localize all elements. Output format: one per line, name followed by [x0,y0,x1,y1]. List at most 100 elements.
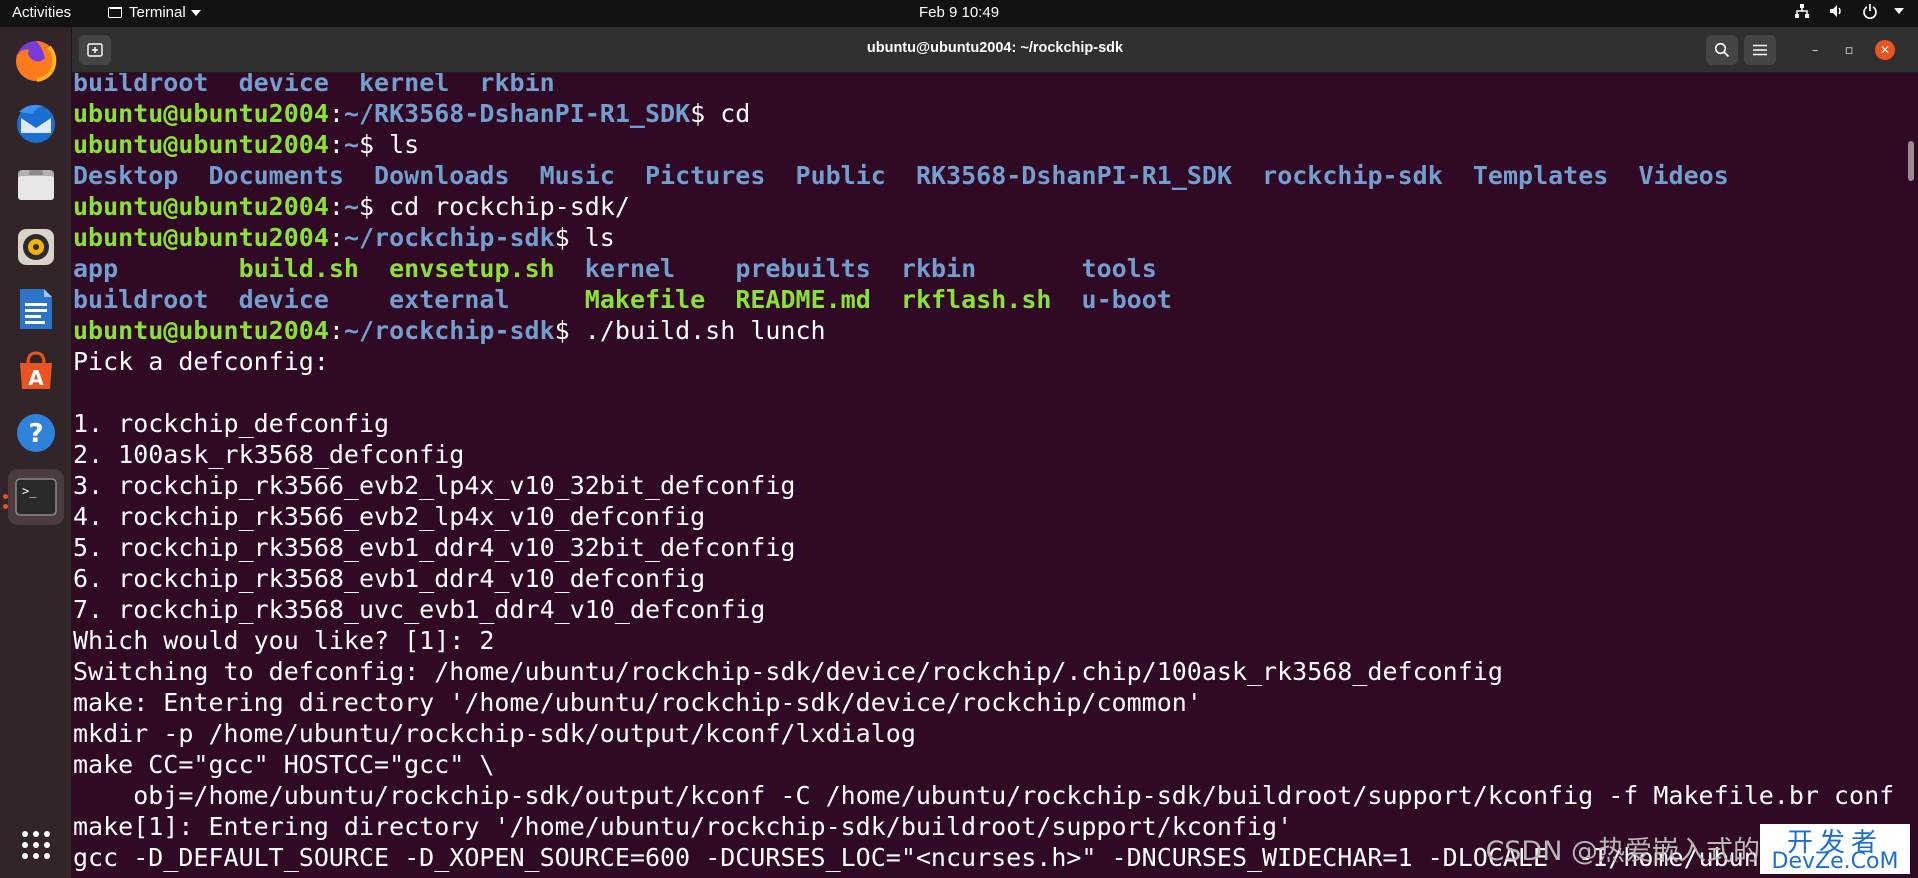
prompt-user-host: ubuntu@ubuntu2004 [73,316,329,345]
prompt-path: ~ [343,130,359,159]
scrollbar-thumb[interactable] [1908,141,1914,181]
terminal-line: 7. rockchip_rk3568_uvc_evb1_ddr4_v10_def… [73,594,1894,625]
svg-text:A: A [28,366,44,390]
thunderbird-icon [17,104,55,143]
rhythmbox-icon [18,229,54,265]
terminal-line: ubuntu@ubuntu2004:~$ cd rockchip-sdk/ [73,191,1894,222]
menu-button[interactable] [1744,35,1776,65]
show-applications-button[interactable] [8,817,64,873]
search-icon [1714,42,1730,58]
file-entry: u-boot [1081,285,1172,314]
file-entry: Desktop [73,161,179,190]
watermark: CSDN @热爱嵌入式的 开发者 DevZe.CoM [1485,824,1910,874]
terminal-headerbar: ubuntu@ubuntu2004: ~/rockchip-sdk – ▫ ✕ [72,27,1918,73]
prompt-user-host: ubuntu@ubuntu2004 [73,99,329,128]
terminal-text: make[1]: Entering directory '/home/ubunt… [73,812,1293,841]
terminal-icon: >_ [15,478,57,516]
prompt-path: ~ [343,192,359,221]
hamburger-menu-icon [1753,44,1767,56]
search-button[interactable] [1706,35,1738,65]
terminal-text: make: Entering directory '/home/ubuntu/r… [73,688,1202,717]
file-entry: RK3568-DshanPI-R1_SDK [915,161,1233,190]
terminal-line: make: Entering directory '/home/ubuntu/r… [73,687,1894,718]
clock[interactable]: Feb 9 10:49 [0,4,1918,21]
file-entry: tools [1081,254,1157,283]
software-store-icon: A [20,351,52,390]
file-entry: prebuilts [735,254,871,283]
terminal-line: obj=/home/ubuntu/rockchip-sdk/output/kco… [73,780,1894,811]
dock-item-writer[interactable] [8,281,64,337]
terminal-text: 6. rockchip_rk3568_evb1_ddr4_v10_defconf… [73,564,706,593]
file-entry: Downloads [374,161,510,190]
terminal-text: : [328,192,344,221]
running-indicator [3,504,8,509]
system-tray[interactable] [1794,3,1904,19]
file-entry: external [389,285,510,314]
terminal-output[interactable]: buildroot device kernel rkbin ubuntu@ubun… [72,73,1918,878]
maximize-button[interactable]: ▫ [1839,40,1859,60]
file-entry: Music [539,161,615,190]
terminal-line: make CC="gcc" HOSTCC="gcc" \ [73,749,1894,780]
prompt-path: ~/RK3568-DshanPI-R1_SDK [343,99,691,128]
chevron-down-icon [1894,8,1904,14]
dock-item-thunderbird[interactable] [8,95,64,151]
csdn-watermark-text: CSDN @热爱嵌入式的 [1485,836,1760,867]
dock-item-help[interactable]: ? [8,405,64,461]
window-title: ubuntu@ubuntu2004: ~/rockchip-sdk [866,40,1124,56]
minimize-button[interactable]: – [1805,40,1825,60]
terminal-text: 5. rockchip_rk3568_evb1_ddr4_v10_32bit_d… [73,533,796,562]
file-entry: Pictures [645,161,766,190]
dock-item-firefox[interactable] [8,33,64,89]
file-entry: buildroot [73,285,209,314]
terminal-line: 3. rockchip_rk3566_evb2_lp4x_v10_32bit_d… [73,470,1894,501]
writer-icon [20,289,52,329]
file-entry: Videos [1638,161,1729,190]
firefox-icon [16,40,57,82]
help-icon: ? [17,414,55,452]
files-icon [18,170,54,200]
file-entry: kernel [359,73,450,97]
file-entry: README.md [735,285,871,314]
top-bar: Activities Terminal Feb 9 10:49 [0,0,1918,27]
dock-item-files[interactable] [8,157,64,213]
terminal-line: ubuntu@ubuntu2004:~$ ls [73,129,1894,160]
terminal-line: buildroot device kernel rkbin [73,73,1894,98]
terminal-line: ubuntu@ubuntu2004:~/rockchip-sdk$ ./buil… [73,315,1894,346]
terminal-line: Which would you like? [1]: 2 [73,625,1894,656]
terminal-line: 4. rockchip_rk3566_evb2_lp4x_v10_defconf… [73,501,1894,532]
devze-logo-en: DevZe.CoM [1771,849,1899,874]
terminal-text: 2. 100ask_rk3568_defconfig [73,440,465,469]
terminal-text: 4. rockchip_rk3566_evb2_lp4x_v10_defconf… [73,502,706,531]
close-button[interactable]: ✕ [1875,40,1895,60]
terminal-line: 1. rockchip_defconfig [73,408,1894,439]
terminal-text: : [328,316,344,345]
volume-icon [1830,5,1841,17]
prompt-user-host: ubuntu@ubuntu2004 [73,223,329,252]
file-entry: build.sh [238,254,359,283]
terminal-line: 5. rockchip_rk3568_evb1_ddr4_v10_32bit_d… [73,532,1894,563]
terminal-line: Pick a defconfig: [73,346,1894,377]
apps-grid-icon [22,831,50,859]
dock-item-terminal[interactable]: >_ [8,469,64,525]
terminal-line: Desktop Documents Downloads Music Pictur… [73,160,1894,191]
file-entry: envsetup.sh [389,254,555,283]
dock-item-rhythmbox[interactable] [8,219,64,275]
running-indicator [3,494,8,499]
terminal-line: buildroot device external Makefile READM… [73,284,1894,315]
terminal-line: app build.sh envsetup.sh kernel prebuilt… [73,253,1894,284]
dock-item-software[interactable]: A [8,343,64,399]
prompt-path: ~/rockchip-sdk [343,316,555,345]
terminal-line: ubuntu@ubuntu2004:~/rockchip-sdk$ ls [73,222,1894,253]
